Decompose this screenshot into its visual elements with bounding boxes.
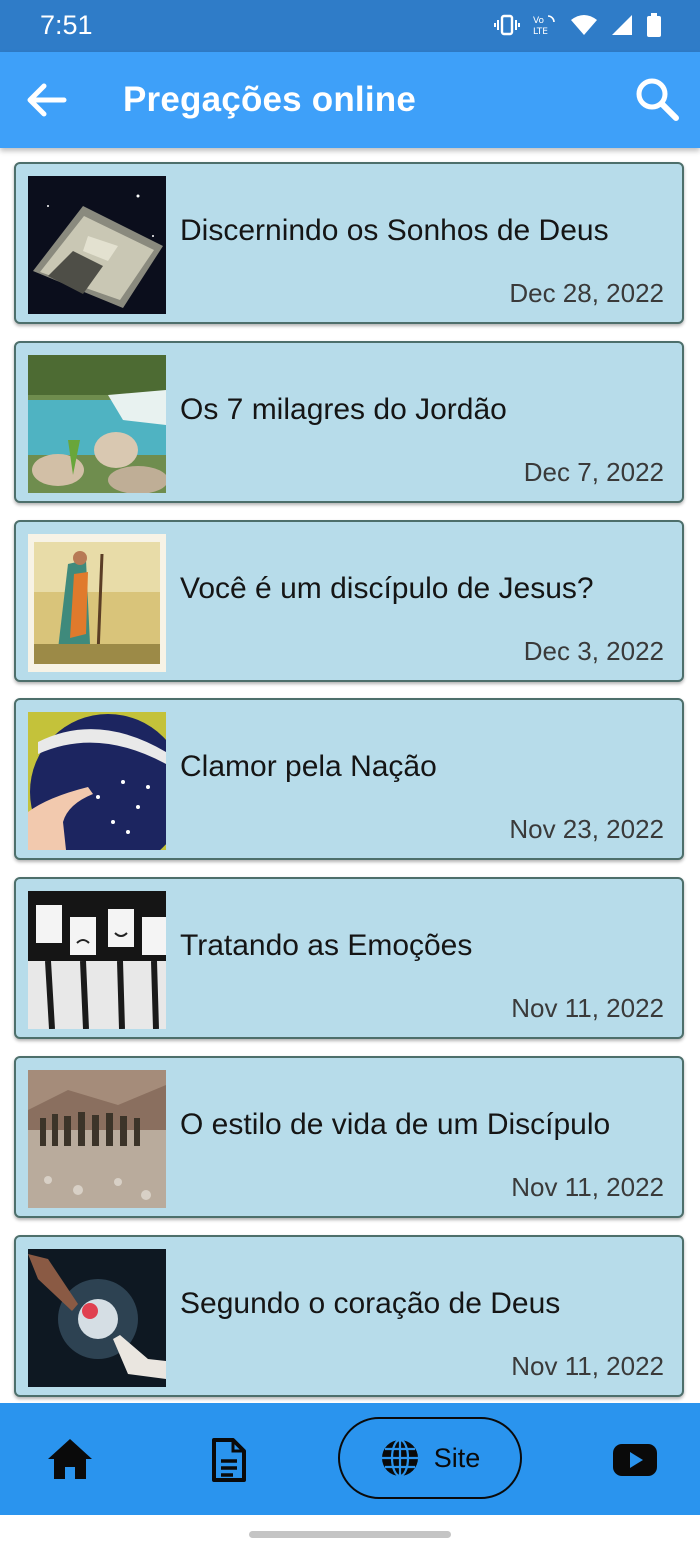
status-time: 7:51 [40,10,93,40]
list-item[interactable]: Clamor pela Nação Nov 23, 2022 [14,698,684,860]
site-label: Site [433,1442,481,1473]
list-item[interactable]: Segundo o coração de Deus Nov 11, 2022 [14,1235,684,1397]
sermon-title: Segundo o coração de Deus [180,1287,561,1320]
vibrate-icon [494,12,520,38]
sermon-date: Nov 11, 2022 [511,993,664,1023]
status-icons: Vo LTE [494,12,662,38]
thumbnail-image [28,891,166,1029]
globe-icon [381,1438,418,1478]
thumbnail-image [28,534,166,672]
sermon-title: O estilo de vida de um Discípulo [180,1108,611,1141]
list-item[interactable]: Tratando as Emoções Nov 11, 2022 [14,877,684,1039]
list-item[interactable]: Você é um discípulo de Jesus? Dec 3, 202… [14,520,684,682]
sermon-date: Nov 11, 2022 [511,1351,664,1381]
sermon-date: Dec 7, 2022 [523,457,664,487]
svg-text:LTE: LTE [533,27,548,37]
search-button[interactable] [634,76,680,122]
sermon-date: Nov 11, 2022 [511,1172,664,1202]
sermon-title: Os 7 milagres do Jordão [180,393,507,426]
sermon-date: Nov 23, 2022 [509,814,664,844]
app-bar: Pregações online [0,52,700,148]
bottom-nav: Site [0,1403,700,1515]
list-item[interactable]: Os 7 milagres do Jordão Dec 7, 2022 [14,341,684,503]
sermon-date: Dec 28, 2022 [509,278,664,308]
gesture-area [0,1515,700,1556]
search-icon [636,78,679,121]
list-item[interactable]: O estilo de vida de um Discípulo Nov 11,… [14,1056,684,1218]
youtube-button[interactable] [612,1443,658,1482]
document-button[interactable] [211,1437,247,1488]
signal-icon [610,13,634,37]
sermon-title: Você é um discípulo de Jesus? [180,572,594,605]
thumbnail-image [28,1249,166,1387]
wifi-icon [570,13,598,37]
thumbnail-image [28,1070,166,1208]
sermon-title: Discernindo os Sonhos de Deus [180,214,609,247]
gesture-handle[interactable] [249,1531,451,1538]
status-bar: 7:51 Vo LTE [0,0,700,52]
home-button[interactable] [46,1437,94,1486]
thumbnail-image [28,355,166,493]
page-title: Pregações online [123,80,417,119]
home-icon [48,1439,92,1479]
sermon-date: Dec 3, 2022 [523,636,664,666]
battery-icon [646,12,662,38]
list-item[interactable]: Discernindo os Sonhos de Deus Dec 28, 20… [14,162,684,324]
sermon-title: Clamor pela Nação [180,750,437,783]
volte-icon: Vo LTE [532,12,558,38]
back-button[interactable] [24,78,68,122]
youtube-icon [613,1444,657,1476]
sermon-title: Tratando as Emoções [180,929,473,962]
svg-text:Vo: Vo [533,16,544,26]
document-icon [212,1438,246,1482]
thumbnail-image [28,176,166,314]
arrow-left-icon [27,83,67,117]
site-button[interactable]: Site [338,1417,522,1499]
sermon-list[interactable]: Discernindo os Sonhos de Deus Dec 28, 20… [0,148,700,1403]
thumbnail-image [28,712,166,850]
